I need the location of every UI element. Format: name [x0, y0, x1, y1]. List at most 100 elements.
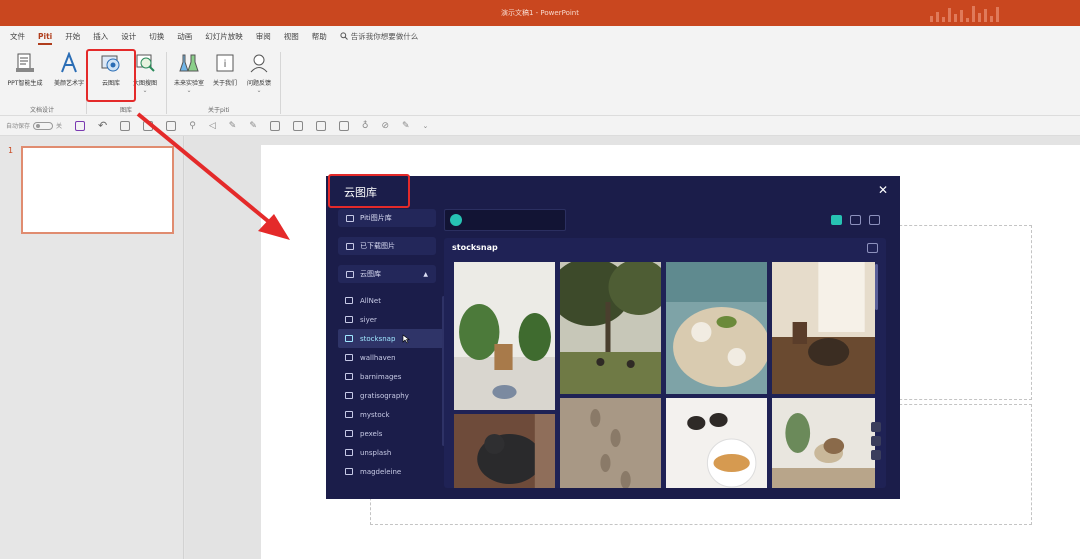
- grid-view-button[interactable]: [831, 215, 842, 225]
- undo-icon[interactable]: ↶: [98, 119, 107, 132]
- menu-bar: 文件 Piti 开始 插入 设计 切换 动画 幻灯片放映 审阅 视图 帮助 告诉…: [0, 26, 1080, 46]
- slide-thumbnail[interactable]: [21, 146, 174, 234]
- pen-icon[interactable]: ✎: [229, 121, 237, 131]
- image-action-buttons: [871, 422, 881, 460]
- crop-icon[interactable]: [269, 120, 280, 131]
- image-icon: [345, 335, 353, 342]
- layout-icon[interactable]: [166, 120, 177, 131]
- tell-me-search[interactable]: 告诉我你想要做什么: [340, 31, 418, 42]
- nav-label: Piti图片库: [360, 214, 392, 222]
- gallery-image-croissant[interactable]: [666, 398, 767, 488]
- gallery-image-room[interactable]: [772, 262, 875, 394]
- source-item[interactable]: siyer: [338, 310, 446, 329]
- source-list: AllNet siyer stocksnap wallhaven barnima…: [338, 291, 446, 481]
- gallery-image-cat[interactable]: [454, 414, 555, 488]
- tab-help[interactable]: 帮助: [312, 31, 327, 42]
- image-icon: [346, 214, 354, 222]
- copy-icon[interactable]: [315, 120, 326, 131]
- source-label: magdeleine: [360, 467, 402, 476]
- landscape-view-button[interactable]: [850, 215, 861, 225]
- tab-view[interactable]: 视图: [284, 31, 299, 42]
- group-separator: [280, 52, 281, 114]
- source-label: stocksnap: [360, 334, 396, 343]
- feedback-button[interactable]: 问题反馈 ⌄: [238, 52, 280, 94]
- room-photo: [772, 262, 875, 394]
- gallery-image-cafe-interior[interactable]: [772, 398, 875, 488]
- tab-design[interactable]: 设计: [121, 31, 136, 42]
- ppt-smart-generate-button[interactable]: PPT智能生成: [4, 52, 46, 87]
- shape-icon[interactable]: ⊘: [381, 121, 389, 131]
- source-item[interactable]: wallhaven: [338, 348, 446, 367]
- source-item[interactable]: magdeleine: [338, 462, 446, 481]
- gallery-image-plants[interactable]: [454, 262, 555, 410]
- annotation-box-dialog-title: [328, 174, 410, 208]
- stamp-icon[interactable]: ⚲: [189, 121, 196, 131]
- document-gen-icon: [16, 53, 34, 72]
- pencil-icon[interactable]: ✎: [402, 121, 410, 131]
- nav-label: 已下载图片: [360, 242, 395, 250]
- gallery-scrollbar[interactable]: [875, 264, 878, 310]
- source-label: pexels: [360, 429, 383, 438]
- source-item[interactable]: gratisography: [338, 386, 446, 405]
- image-icon: [345, 354, 353, 361]
- nav-cloud-gallery[interactable]: 云图库 ▲: [338, 265, 436, 283]
- group-label-gallery: 图库: [120, 107, 133, 114]
- source-item[interactable]: pexels: [338, 424, 446, 443]
- customize-toolbar-icon[interactable]: ⌄: [423, 122, 429, 130]
- gallery-image-cafe-table[interactable]: [666, 262, 767, 394]
- tab-home[interactable]: 开始: [65, 31, 80, 42]
- gallery-search-input[interactable]: [444, 209, 566, 231]
- speaker-icon[interactable]: ◁: [209, 121, 216, 131]
- quick-access-toolbar: 自动保存 关 ↶ ⚲ ◁ ✎ ✎ ♁ ⊘ ✎ ⌄: [0, 116, 1080, 136]
- art-text-button[interactable]: 美颜艺术字: [48, 51, 90, 87]
- gallery-image-footprints[interactable]: [560, 398, 661, 488]
- align-icon[interactable]: [292, 120, 303, 131]
- source-item[interactable]: barnimages: [338, 367, 446, 386]
- expand-icon[interactable]: [871, 450, 881, 460]
- plants-photo: [454, 262, 555, 410]
- autosave-control[interactable]: 自动保存 关: [6, 121, 62, 130]
- image-icon: [345, 468, 353, 475]
- group-label-doc-design: 文档设计: [30, 107, 55, 114]
- nav-piti-library[interactable]: Piti图片库: [338, 209, 436, 227]
- highlighter-icon[interactable]: ✎: [249, 121, 257, 131]
- nav-downloaded[interactable]: 已下载图片: [338, 237, 436, 255]
- source-item[interactable]: unsplash: [338, 443, 446, 462]
- autosave-toggle[interactable]: [33, 121, 54, 130]
- save-icon[interactable]: [75, 120, 86, 131]
- gallery-panel: stocksnap: [444, 238, 886, 488]
- tab-review[interactable]: 审阅: [256, 31, 271, 42]
- bucket-icon[interactable]: ♁: [362, 121, 369, 131]
- cloud-gallery-dialog: 云图库 ✕ Piti图片库 已下载图片 云图库 ▲ AllNet siyer s…: [326, 176, 900, 499]
- source-item[interactable]: AllNet: [338, 291, 446, 310]
- upload-icon[interactable]: [871, 422, 881, 432]
- image-search-icon: [136, 54, 155, 72]
- image-icon: [345, 449, 353, 456]
- tab-insert[interactable]: 插入: [93, 31, 108, 42]
- footprints-photo: [560, 398, 661, 488]
- gallery-image-park[interactable]: [560, 262, 661, 394]
- image-icon: [345, 297, 353, 304]
- source-label: barnimages: [360, 372, 402, 381]
- source-item[interactable]: mystock: [338, 405, 446, 424]
- collapse-icon[interactable]: [867, 243, 878, 253]
- nav-label: 云图库: [360, 270, 381, 278]
- tab-slideshow[interactable]: 幻灯片放映: [205, 31, 243, 42]
- paste-icon[interactable]: [338, 120, 349, 131]
- dropdown-arrow-icon: ⌄: [186, 87, 192, 94]
- tab-animations[interactable]: 动画: [177, 31, 192, 42]
- new-slide-icon[interactable]: [143, 120, 154, 131]
- source-item-selected[interactable]: stocksnap: [338, 329, 446, 348]
- tab-transitions[interactable]: 切换: [149, 31, 164, 42]
- tab-file[interactable]: 文件: [10, 31, 25, 42]
- portrait-view-button[interactable]: [869, 215, 880, 225]
- present-icon[interactable]: [120, 120, 131, 131]
- copy-icon[interactable]: [871, 436, 881, 446]
- dialog-close-button[interactable]: ✕: [878, 183, 888, 197]
- tab-piti[interactable]: Piti: [38, 32, 53, 45]
- window-controls[interactable]: [930, 4, 1040, 22]
- cat-photo: [454, 414, 555, 488]
- chevron-up-icon: ▲: [423, 270, 428, 278]
- about-us-icon: i: [216, 54, 234, 72]
- art-text-icon: [61, 51, 77, 73]
